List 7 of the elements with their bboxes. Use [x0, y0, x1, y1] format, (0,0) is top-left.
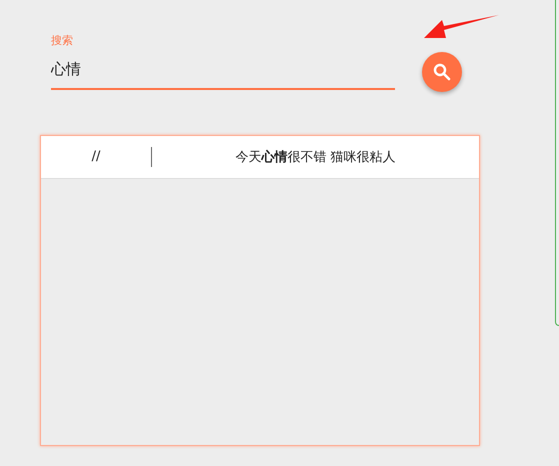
search-button[interactable] — [422, 52, 462, 92]
search-label: 搜索 — [51, 33, 74, 48]
result-cell: // — [41, 147, 152, 167]
search-field[interactable]: 心情 — [51, 60, 395, 90]
result-row[interactable]: // 今天心情很不错 猫咪很粘人 — [41, 136, 479, 179]
result-text: 今天心情很不错 猫咪很粘人 — [234, 148, 397, 166]
search-icon — [433, 63, 451, 81]
